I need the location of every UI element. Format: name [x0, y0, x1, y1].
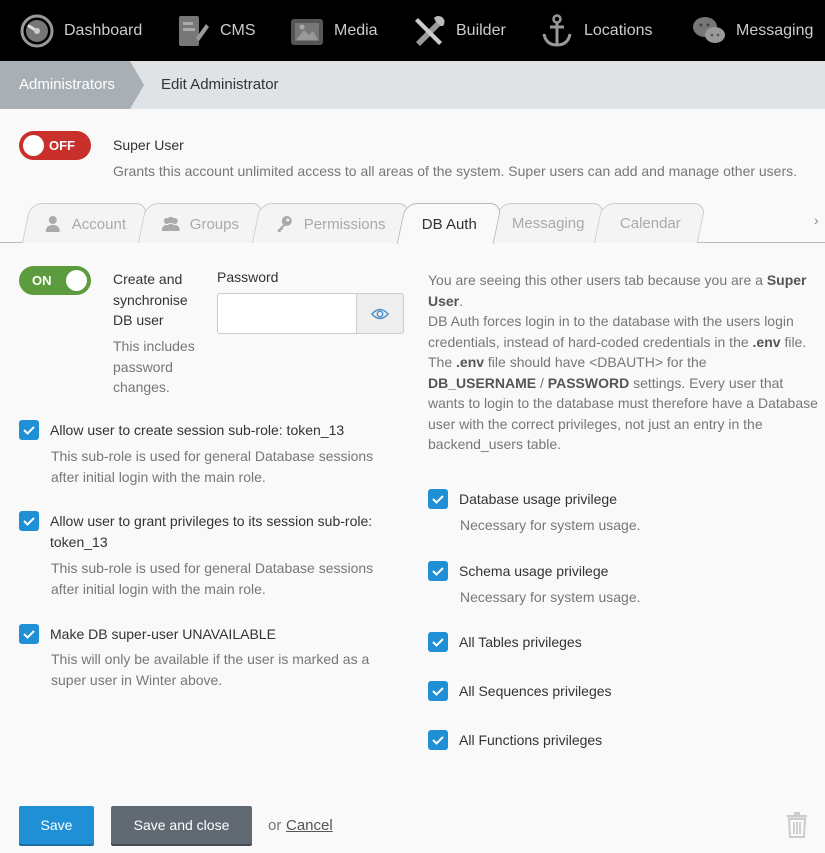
media-icon [290, 14, 324, 48]
nav-item-locations[interactable]: Locations [540, 0, 653, 61]
eye-icon [371, 307, 389, 321]
db-superuser-unavailable-hint: This will only be available if the user … [51, 651, 370, 688]
save-and-close-button[interactable]: Save and close [111, 806, 252, 844]
database-usage-privilege-hint: Necessary for system usage. [460, 517, 641, 533]
info-text: / [540, 374, 544, 391]
password-label: Password [217, 269, 279, 285]
db-superuser-unavailable-checkbox[interactable] [19, 624, 39, 644]
tab-label: DB Auth [421, 215, 477, 233]
all-functions-privileges-checkbox[interactable] [428, 730, 448, 750]
create-session-subrole-hint: This sub-role is used for general Databa… [51, 448, 374, 485]
info-text: file should have <DBAUTH> for the [487, 354, 707, 370]
anchor-icon [540, 13, 574, 48]
schema-usage-privilege-hint: Necessary for system usage. [460, 589, 641, 605]
grant-privileges-subrole-label: Allow user to grant privileges to its se… [50, 513, 373, 550]
info-bold: .env [456, 354, 485, 370]
breadcrumb-parent-link[interactable]: Administrators [0, 61, 130, 109]
cancel-link[interactable]: Cancel [286, 817, 333, 834]
create-session-subrole-label: Allow user to create session sub-role: t… [50, 422, 345, 438]
tab-db-auth[interactable]: DB Auth [396, 203, 503, 244]
top-navigation: Dashboard CMS Media Builder Locations Me… [0, 0, 825, 61]
save-button[interactable]: Save [19, 806, 94, 844]
breadcrumb-separator [130, 61, 144, 109]
super-user-description: Grants this account unlimited access to … [113, 163, 798, 179]
create-session-subrole-checkbox[interactable] [19, 420, 39, 440]
nav-item-cms[interactable]: CMS [176, 0, 256, 61]
database-usage-privilege-label: Database usage privilege [459, 491, 617, 507]
show-password-button[interactable] [356, 293, 404, 334]
schema-usage-privilege-checkbox[interactable] [428, 561, 448, 581]
sync-db-user-switch[interactable]: ON [19, 266, 91, 295]
users-icon [162, 215, 181, 233]
info-bold: DB_USERNAME [428, 374, 537, 391]
switch-label: ON [32, 273, 52, 288]
breadcrumb: Administrators Edit Administrator [0, 61, 825, 109]
all-tables-privileges-checkbox[interactable] [428, 632, 448, 652]
checkmark-icon [23, 517, 35, 526]
checkmark-icon [23, 426, 35, 435]
switch-knob [23, 135, 44, 156]
switch-label: OFF [49, 138, 75, 153]
tab-account[interactable]: Account [21, 203, 149, 243]
all-sequences-privileges-label: All Sequences privileges [459, 683, 612, 699]
user-icon [44, 215, 62, 233]
nav-label: Dashboard [64, 21, 143, 39]
breadcrumb-current: Edit Administrator [161, 76, 279, 93]
all-functions-privileges-label: All Functions privileges [459, 732, 603, 748]
cms-icon [176, 14, 210, 48]
tab-messaging[interactable]: Messaging [490, 203, 606, 243]
tab-label: Permissions [304, 215, 386, 232]
nav-label: Locations [584, 21, 653, 39]
delete-trash-icon[interactable] [786, 812, 808, 838]
sync-db-user-hint: This includes password changes. [113, 338, 195, 395]
info-bold: PASSWORD [547, 374, 630, 391]
chat-icon [692, 14, 726, 48]
db-superuser-unavailable-label: Make DB super-user UNAVAILABLE [50, 626, 276, 642]
super-user-switch[interactable]: OFF [19, 131, 91, 160]
tab-calendar[interactable]: Calendar [593, 203, 707, 243]
tab-groups[interactable]: Groups [137, 203, 265, 243]
or-text: or [268, 817, 282, 834]
checkmark-icon [432, 638, 444, 647]
nav-label: CMS [220, 21, 256, 39]
database-usage-privilege-checkbox[interactable] [428, 489, 448, 509]
tools-icon [412, 14, 446, 48]
info-text: DB Auth forces login in to the database … [428, 313, 794, 350]
all-sequences-privileges-checkbox[interactable] [428, 681, 448, 701]
checkmark-icon [432, 567, 444, 576]
speedometer-icon [20, 14, 54, 48]
tab-label: Account [71, 215, 126, 232]
db-auth-info-text: You are seeing this other users tab beca… [428, 272, 818, 452]
nav-label: Builder [456, 21, 506, 39]
tab-label: Groups [190, 215, 240, 232]
info-bold: .env [752, 333, 781, 350]
nav-item-dashboard[interactable]: Dashboard [20, 0, 142, 61]
grant-privileges-subrole-checkbox[interactable] [19, 511, 39, 531]
checkmark-icon [23, 630, 35, 639]
super-user-title: Super User [113, 137, 184, 153]
switch-knob [66, 270, 87, 291]
info-text: You are seeing this other users tab beca… [428, 272, 763, 288]
grant-privileges-subrole-hint: This sub-role is used for general Databa… [51, 560, 374, 597]
all-tables-privileges-label: All Tables privileges [459, 634, 582, 650]
nav-item-messaging[interactable]: Messaging [692, 0, 813, 61]
password-input[interactable] [217, 293, 357, 334]
schema-usage-privilege-label: Schema usage privilege [459, 563, 609, 579]
tabs-scroll-right-icon[interactable]: › [814, 212, 819, 228]
checkmark-icon [432, 495, 444, 504]
tab-label: Messaging [511, 215, 585, 232]
tab-label: Calendar [619, 215, 681, 232]
key-icon [276, 215, 294, 233]
checkmark-icon [432, 687, 444, 696]
nav-label: Messaging [736, 21, 814, 39]
nav-item-media[interactable]: Media [290, 0, 378, 61]
nav-label: Media [334, 21, 378, 39]
tab-permissions[interactable]: Permissions [251, 203, 411, 243]
sync-db-user-label: Create and synchronise DB user [113, 271, 188, 328]
nav-item-builder[interactable]: Builder [412, 0, 506, 61]
checkmark-icon [432, 736, 444, 745]
